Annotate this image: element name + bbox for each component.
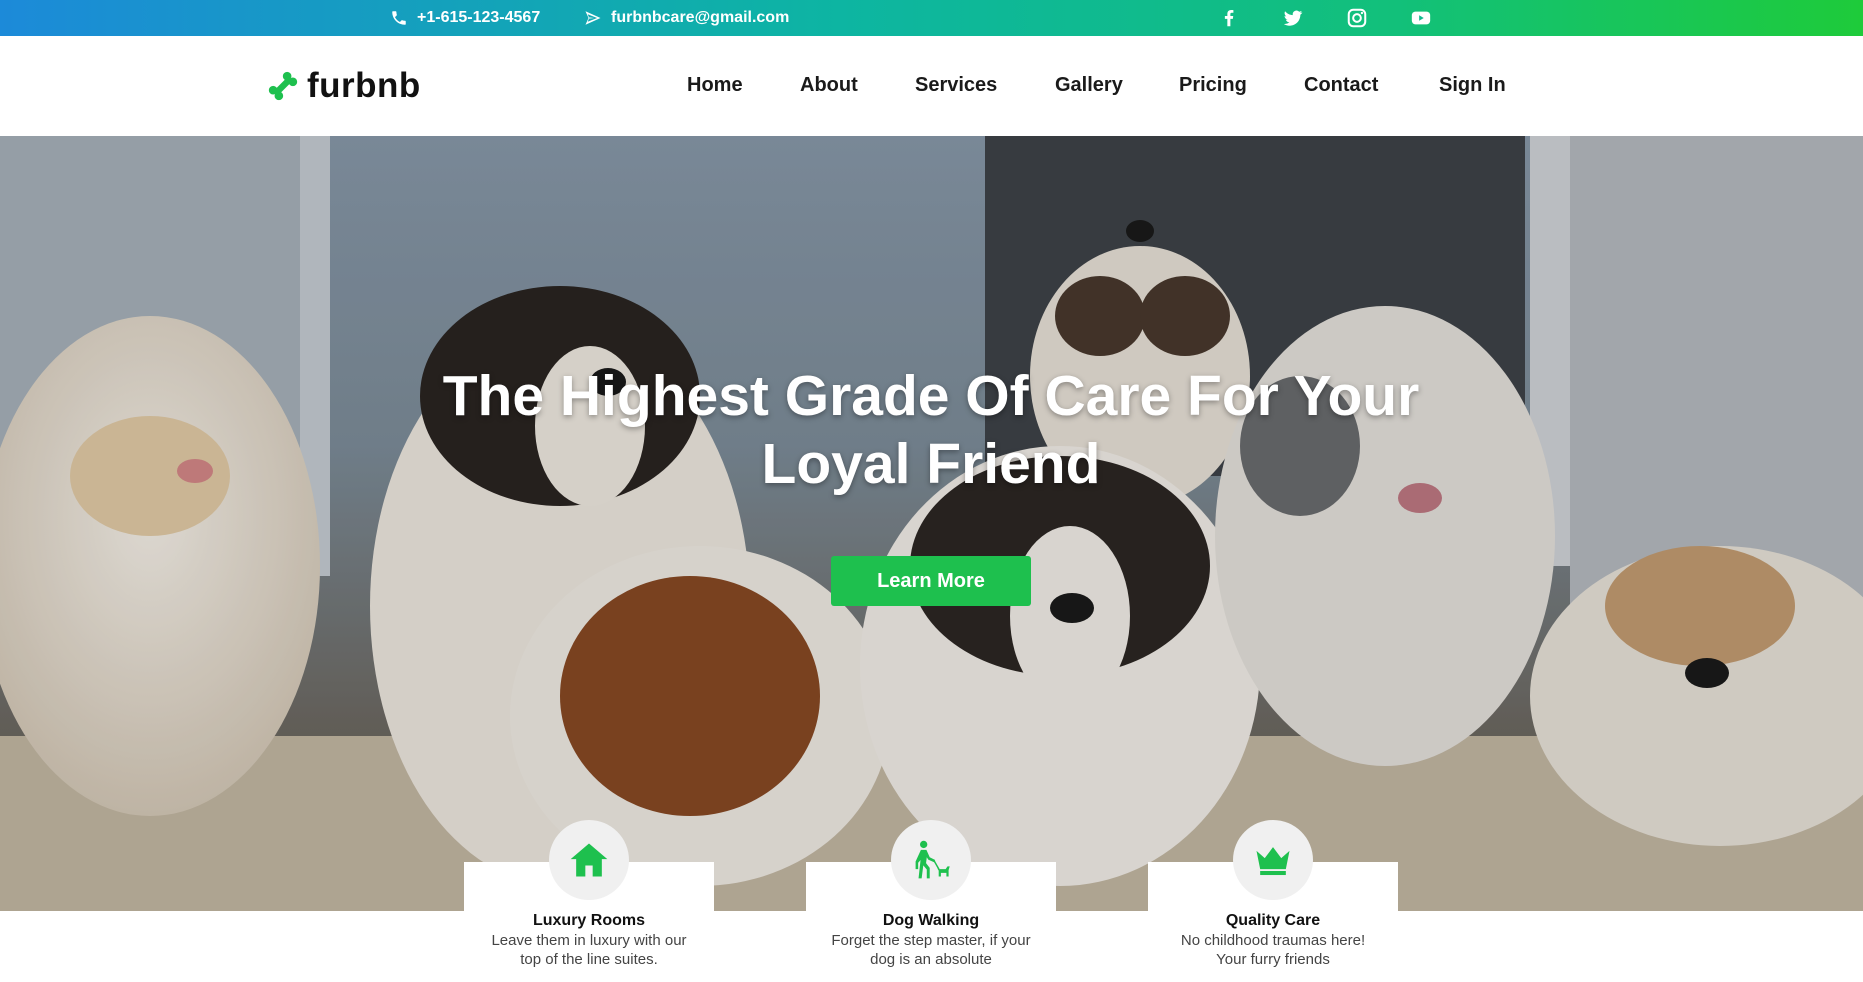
- logo[interactable]: furbnb: [265, 66, 421, 106]
- email-address: furbnbcare@gmail.com: [611, 9, 790, 26]
- email-contact[interactable]: furbnbcare@gmail.com: [584, 0, 789, 36]
- feature-text: No childhood traumas here! Your furry fr…: [1180, 932, 1366, 968]
- nav-services[interactable]: Services: [915, 74, 997, 97]
- crown-icon: [1233, 820, 1313, 900]
- feature-card-quality-care[interactable]: Quality Care No childhood traumas here! …: [1148, 820, 1398, 982]
- nav-about[interactable]: About: [800, 74, 858, 97]
- phone-number: +1-615-123-4567: [417, 9, 541, 26]
- instagram-icon[interactable]: [1342, 0, 1372, 36]
- send-icon: [585, 11, 601, 25]
- top-bar: +1-615-123-4567 furbnbcare@gmail.com: [0, 0, 1863, 36]
- brand-name: furbnb: [307, 66, 421, 105]
- hero-section: The Highest Grade Of Care For Your Loyal…: [0, 136, 1863, 911]
- feature-card-dog-walking[interactable]: Dog Walking Forget the step master, if y…: [806, 820, 1056, 982]
- phone-contact[interactable]: +1-615-123-4567: [390, 0, 540, 36]
- feature-text: Forget the step master, if your dog is a…: [831, 932, 1031, 968]
- phone-icon: [392, 11, 406, 25]
- nav-contact[interactable]: Contact: [1304, 74, 1378, 97]
- feature-text: Leave them in luxury with our top of the…: [491, 932, 687, 968]
- site-header: furbnb Home About Services Gallery Prici…: [0, 36, 1863, 136]
- facebook-icon[interactable]: [1214, 0, 1244, 36]
- feature-title: Quality Care: [1225, 912, 1321, 929]
- learn-more-button[interactable]: Learn More: [831, 556, 1031, 606]
- bone-icon: [268, 71, 298, 101]
- puppies-photo: [0, 136, 1863, 911]
- nav-home[interactable]: Home: [687, 74, 743, 97]
- feature-card-luxury-rooms[interactable]: Luxury Rooms Leave them in luxury with o…: [464, 820, 714, 982]
- house-icon: [549, 820, 629, 900]
- feature-title: Dog Walking: [882, 912, 980, 929]
- nav-gallery[interactable]: Gallery: [1055, 74, 1123, 97]
- nav-pricing[interactable]: Pricing: [1179, 74, 1247, 97]
- twitter-icon[interactable]: [1278, 0, 1308, 36]
- hero-title: The Highest Grade Of Care For Your Loyal…: [442, 364, 1420, 496]
- youtube-icon[interactable]: [1406, 0, 1436, 36]
- nav-sign-in[interactable]: Sign In: [1439, 74, 1506, 97]
- dog-walker-icon: [891, 820, 971, 900]
- feature-title: Luxury Rooms: [532, 912, 645, 929]
